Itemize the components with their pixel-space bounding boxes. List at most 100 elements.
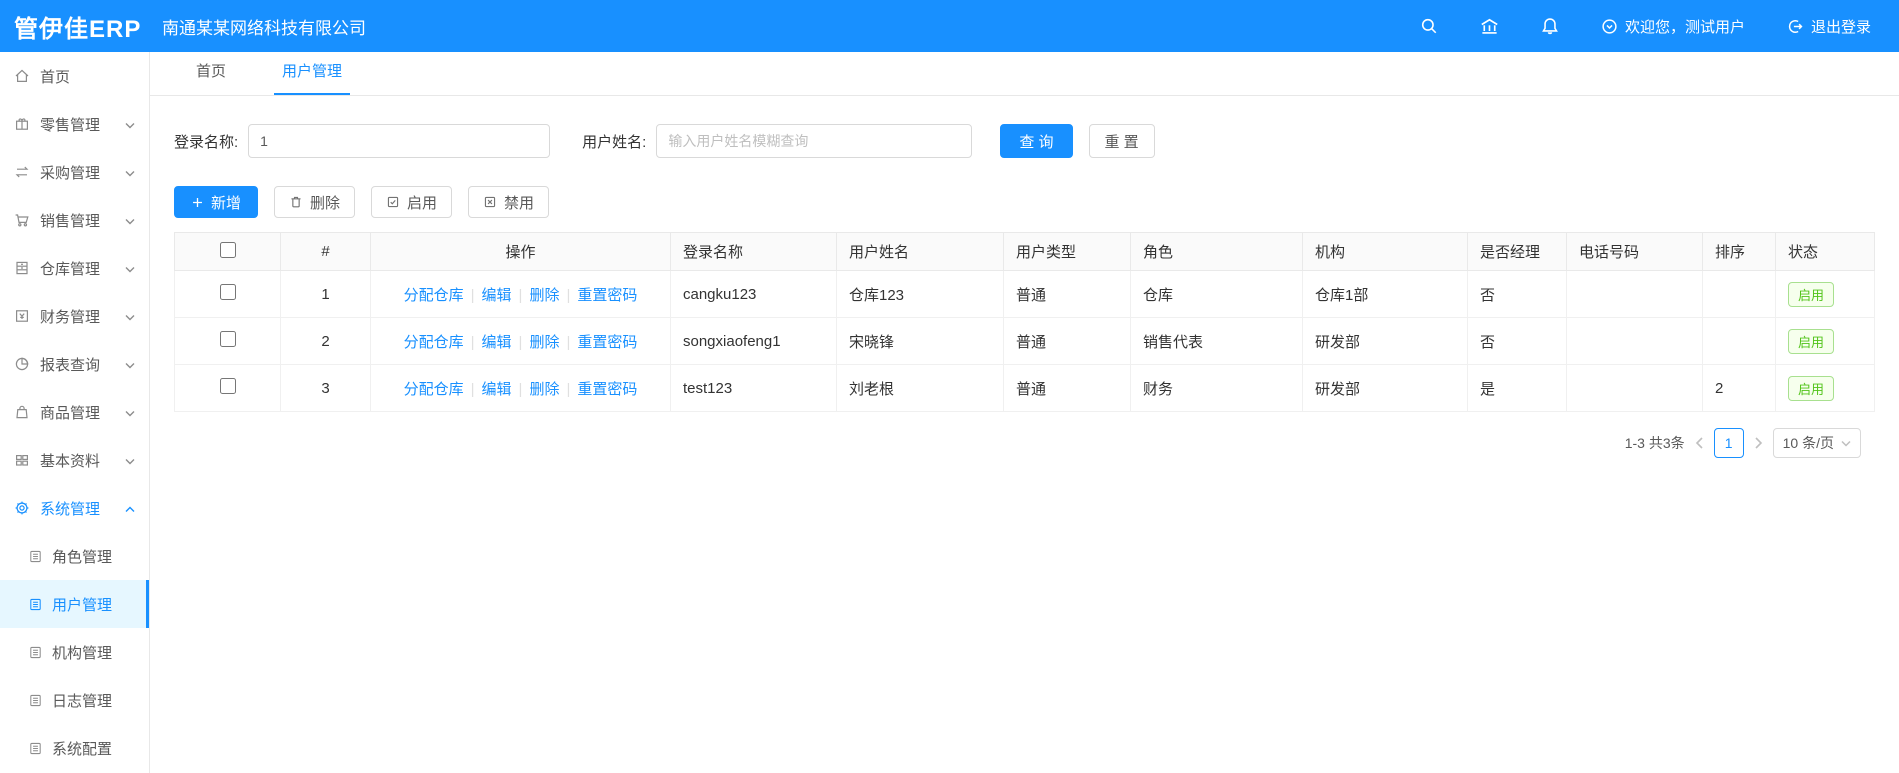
status-badge: 启用 (1788, 281, 1835, 307)
status-badge: 启用 (1788, 375, 1835, 401)
row-checkbox[interactable] (219, 284, 236, 300)
row-action-link[interactable]: 编辑 (482, 334, 512, 351)
action-separator: | (470, 286, 475, 304)
chevron-down-icon (125, 452, 135, 469)
col-role: 角色 (1130, 232, 1303, 271)
row-action-link[interactable]: 编辑 (482, 381, 512, 398)
sidebar-item-home[interactable]: 首页 (0, 52, 149, 100)
sidebar-subitem-roles[interactable]: 角色管理 (0, 532, 149, 580)
row-action-link[interactable]: 编辑 (482, 287, 512, 304)
cell-org: 研发部 (1302, 317, 1468, 365)
row-action-link[interactable]: 分配仓库 (404, 334, 464, 351)
sidebar-item-sales[interactable]: 销售管理 (0, 196, 149, 244)
table-header-row: # 操作 登录名称 用户姓名 用户类型 角色 机构 是否经理 电话号码 排序 状… (174, 232, 1875, 271)
grid-icon (15, 454, 29, 466)
cell-login: cangku123 (670, 270, 837, 318)
row-checkbox[interactable] (219, 331, 236, 347)
cell-actions: 分配仓库 | 编辑 | 删除 | 重置密码 (370, 317, 671, 365)
chevron-down-icon (125, 116, 135, 133)
table-row: 2 分配仓库 | 编辑 | 删除 | 重置密码 songxiaofeng1 宋晓锋 普通 销售代表 研发… (174, 317, 1875, 365)
filter-form: 登录名称: 用户姓名: 查 询 重 置 (174, 124, 1875, 158)
disable-button[interactable]: 禁用 (468, 186, 550, 218)
row-action-link[interactable]: 分配仓库 (404, 381, 464, 398)
row-action-link[interactable]: 重置密码 (577, 287, 637, 304)
sidebar-item-goods[interactable]: 商品管理 (0, 388, 149, 436)
delete-button[interactable]: 删除 (274, 186, 356, 218)
chevron-up-icon (125, 500, 135, 517)
shopping-bag-icon (16, 405, 28, 419)
search-button[interactable]: 查 询 (1000, 124, 1073, 158)
sidebar-subitem-logs[interactable]: 日志管理 (0, 676, 149, 724)
cell-manager: 是 (1467, 364, 1567, 412)
prev-page-icon[interactable] (1695, 437, 1704, 449)
table-toolbar: 新增 删除 启用 禁用 (174, 186, 1875, 218)
logout-text: 退出登录 (1810, 18, 1871, 36)
cell-actions: 分配仓库 | 编辑 | 删除 | 重置密码 (370, 364, 671, 412)
col-status: 状态 (1775, 232, 1875, 271)
col-type: 用户类型 (1003, 232, 1131, 271)
chevron-down-icon (125, 260, 135, 277)
row-checkbox[interactable] (219, 378, 236, 394)
sidebar-subitem-users[interactable]: 用户管理 (0, 580, 149, 628)
document-icon (30, 694, 41, 706)
document-icon (30, 646, 41, 658)
action-separator: | (518, 333, 523, 351)
bank-icon[interactable] (1480, 17, 1499, 36)
sidebar-item-purchase[interactable]: 采购管理 (0, 148, 149, 196)
cell-phone (1566, 270, 1703, 318)
col-phone: 电话号码 (1566, 232, 1703, 271)
row-action-link[interactable]: 重置密码 (577, 381, 637, 398)
chevron-down-icon (1841, 440, 1851, 447)
enable-button[interactable]: 启用 (371, 186, 453, 218)
user-name-input[interactable] (656, 124, 973, 158)
sidebar-nav: 首页 零售管理 采购管理 销售管理 仓库管理 财务管理 报表查询 商品管理 基本… (0, 52, 150, 773)
chevron-down-icon (125, 404, 135, 421)
sidebar-item-finance[interactable]: 财务管理 (0, 292, 149, 340)
row-action-link[interactable]: 删除 (529, 334, 559, 351)
company-name: 南通某某网络科技有限公司 (162, 18, 366, 38)
logout-button[interactable]: 退出登录 (1787, 16, 1871, 37)
sidebar-item-system[interactable]: 系统管理 (0, 484, 149, 532)
cell-index: 3 (280, 364, 371, 412)
row-action-link[interactable]: 重置密码 (577, 334, 637, 351)
row-action-link[interactable]: 分配仓库 (404, 287, 464, 304)
user-menu[interactable]: 欢迎您，测试用户 (1601, 16, 1745, 37)
cabinet-icon (16, 261, 28, 275)
row-action-link[interactable]: 删除 (529, 381, 559, 398)
row-action-link[interactable]: 删除 (529, 287, 559, 304)
pie-chart-icon (15, 357, 29, 371)
col-sort: 排序 (1702, 232, 1776, 271)
cell-role: 销售代表 (1130, 317, 1303, 365)
sidebar-subitem-config[interactable]: 系统配置 (0, 724, 149, 772)
top-header-bar: 管伊佳ERP 南通某某网络科技有限公司 欢迎您，测试用户 退出登录 (0, 0, 1899, 52)
check-square-icon (387, 196, 399, 208)
login-name-input[interactable] (248, 124, 551, 158)
sidebar-item-basic-data[interactable]: 基本资料 (0, 436, 149, 484)
cell-status: 启用 (1775, 270, 1875, 318)
tab-home[interactable]: 首页 (196, 51, 226, 95)
chevron-down-icon (125, 356, 135, 373)
sidebar-item-warehouse[interactable]: 仓库管理 (0, 244, 149, 292)
gift-icon (15, 118, 29, 130)
cell-phone (1566, 364, 1703, 412)
sidebar-item-retail[interactable]: 零售管理 (0, 100, 149, 148)
cell-status: 启用 (1775, 364, 1875, 412)
col-name: 用户姓名 (836, 232, 1004, 271)
sidebar-item-reports[interactable]: 报表查询 (0, 340, 149, 388)
search-icon[interactable] (1420, 17, 1438, 35)
cell-status: 启用 (1775, 317, 1875, 365)
select-all-checkbox[interactable] (219, 241, 236, 258)
cell-login: songxiaofeng1 (670, 317, 837, 365)
reset-button[interactable]: 重 置 (1088, 124, 1155, 158)
page-number-button[interactable]: 1 (1713, 428, 1744, 458)
add-button[interactable]: 新增 (174, 186, 259, 218)
sidebar-subitem-orgs[interactable]: 机构管理 (0, 628, 149, 676)
tab-user-management[interactable]: 用户管理 (274, 51, 351, 95)
swap-icon (15, 166, 29, 178)
notification-bell-icon[interactable] (1541, 17, 1559, 35)
cell-checkbox (174, 364, 281, 412)
cell-sort (1702, 317, 1776, 365)
x-square-icon (484, 196, 496, 208)
next-page-icon[interactable] (1754, 437, 1763, 449)
page-size-select[interactable]: 10 条/页 (1772, 428, 1861, 458)
